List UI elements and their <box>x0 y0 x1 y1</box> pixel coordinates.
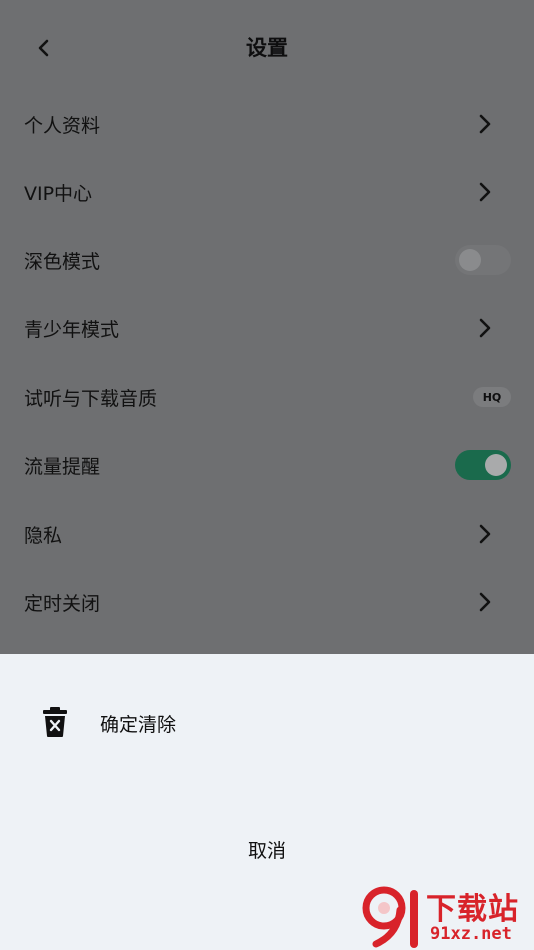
chevron-right-icon <box>476 317 494 339</box>
watermark-logo <box>362 886 418 948</box>
row-label: 试听与下载音质 <box>24 387 158 410</box>
settings-row-teen-mode[interactable]: 青少年模式 <box>0 294 534 362</box>
chevron-right-icon <box>476 113 494 135</box>
row-label: 定时关闭 <box>24 592 101 615</box>
toggle-knob <box>485 454 507 476</box>
settings-row-privacy[interactable]: 隐私 <box>0 500 534 568</box>
chevron-right-icon <box>476 523 494 545</box>
quality-badge: HQ <box>473 387 511 407</box>
row-label: 流量提醒 <box>24 455 101 478</box>
toggle-knob <box>459 249 481 271</box>
settings-row-vip[interactable]: VIP中心 <box>0 158 534 226</box>
screen: 设置 个人资料 VIP中心 深色模式 青少年模式 试听与下载音质 HQ 流量提醒… <box>0 0 534 950</box>
row-label: 青少年模式 <box>24 318 120 341</box>
header: 设置 <box>0 18 534 78</box>
chevron-right-icon <box>476 591 494 613</box>
chevron-right-icon <box>476 181 494 203</box>
settings-row-data-alert: 流量提醒 <box>0 431 534 499</box>
settings-row-dark-mode: 深色模式 <box>0 226 534 294</box>
settings-page: 设置 个人资料 VIP中心 深色模式 青少年模式 试听与下载音质 HQ 流量提醒… <box>0 0 534 654</box>
settings-row-profile[interactable]: 个人资料 <box>0 90 534 158</box>
watermark: 下载站 91xz.net <box>362 884 534 950</box>
data-alert-toggle[interactable] <box>455 450 511 480</box>
settings-row-audio-quality[interactable]: 试听与下载音质 HQ <box>0 363 534 431</box>
row-label: 个人资料 <box>24 114 101 137</box>
trash-icon <box>43 707 67 737</box>
settings-row-sleep-timer[interactable]: 定时关闭 <box>0 568 534 636</box>
row-label: VIP中心 <box>24 182 93 205</box>
row-label: 隐私 <box>24 524 63 547</box>
watermark-title: 下载站 <box>426 892 519 927</box>
watermark-url: 91xz.net <box>430 924 512 944</box>
row-label: 深色模式 <box>24 250 101 273</box>
confirm-clear-label: 确定清除 <box>100 714 177 736</box>
dark-mode-toggle[interactable] <box>455 245 511 275</box>
page-title: 设置 <box>246 36 288 60</box>
confirm-clear-button[interactable]: 确定清除 <box>0 694 534 750</box>
cancel-button[interactable]: 取消 <box>0 836 534 863</box>
